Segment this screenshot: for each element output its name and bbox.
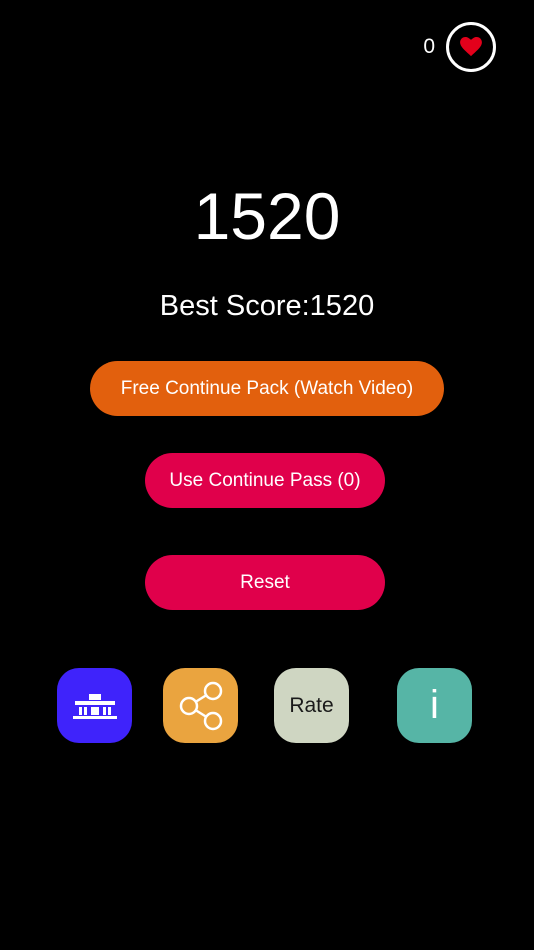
free-continue-label: Free Continue Pack (Watch Video): [120, 377, 414, 399]
lives-count: 0: [423, 35, 435, 58]
rate-button[interactable]: Rate: [274, 668, 349, 743]
info-label: i: [430, 683, 439, 727]
leaderboard-button[interactable]: [57, 668, 132, 743]
current-score: 1520: [193, 179, 341, 253]
reset-label: Reset: [240, 571, 290, 593]
heart-icon: [460, 37, 482, 57]
best-score: Best Score:1520: [159, 290, 375, 322]
share-button[interactable]: [163, 668, 238, 743]
podium-icon: [72, 693, 117, 719]
use-continue-pass-button[interactable]: Use Continue Pass (0): [145, 453, 385, 508]
free-continue-button[interactable]: Free Continue Pack (Watch Video): [90, 361, 444, 416]
use-continue-pass-label: Use Continue Pass (0): [169, 469, 361, 491]
share-icon: [179, 681, 222, 730]
reset-button[interactable]: Reset: [145, 555, 385, 610]
rate-label: Rate: [289, 693, 334, 717]
lives-button[interactable]: [446, 22, 496, 72]
lives-indicator: 0: [423, 22, 496, 72]
info-button[interactable]: i: [397, 668, 472, 743]
